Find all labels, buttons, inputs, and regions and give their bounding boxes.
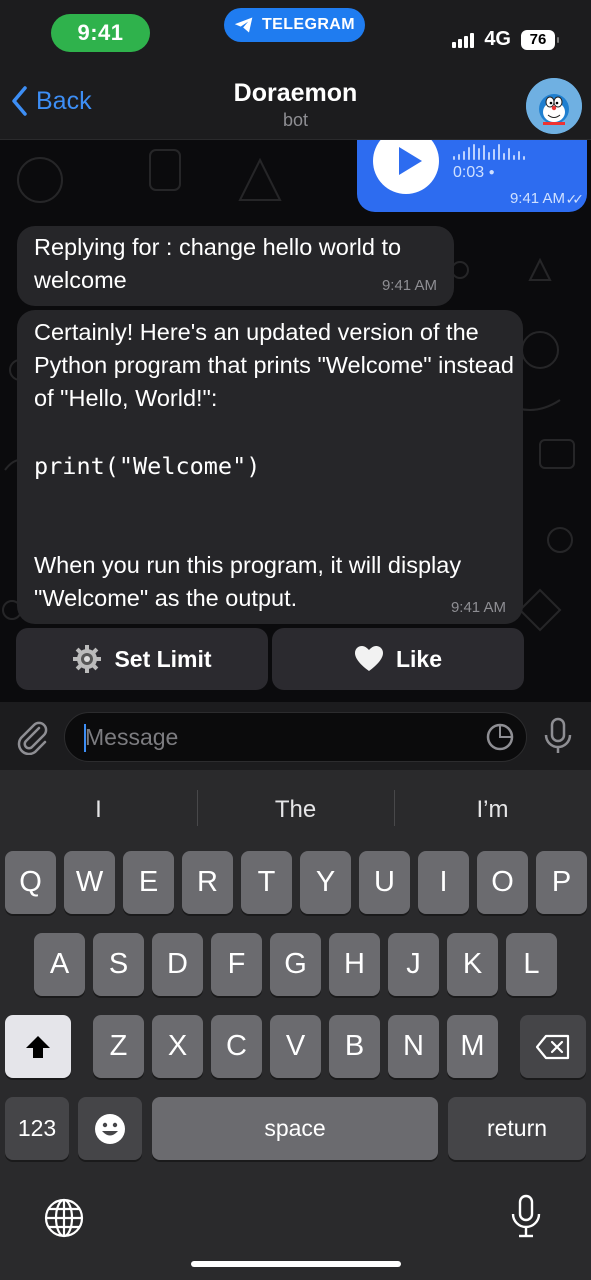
key-b[interactable]: B: [329, 1015, 380, 1078]
set-limit-button[interactable]: Set Limit: [16, 628, 268, 690]
incoming-reply-message[interactable]: Replying for : change hello world to wel…: [17, 226, 454, 306]
sticker-icon[interactable]: [485, 722, 515, 752]
key-m[interactable]: M: [447, 1015, 498, 1078]
voice-waveform[interactable]: [453, 144, 525, 160]
chat-area[interactable]: 0:03 ● 9:41 AM ✓✓ Replying for : change …: [0, 140, 591, 702]
key-r[interactable]: R: [182, 851, 233, 914]
key-s[interactable]: S: [93, 933, 144, 996]
telegram-plane-icon: [234, 17, 253, 33]
incoming-answer-message[interactable]: Certainly! Here's an updated version of …: [17, 310, 523, 624]
chat-subtitle: bot: [282, 110, 309, 130]
top-bar: 9:41 TELEGRAM 4G 76 Back Doraemon bot: [0, 0, 591, 140]
key-i[interactable]: I: [418, 851, 469, 914]
backspace-icon: [535, 1034, 570, 1059]
microphone-icon[interactable]: [542, 717, 574, 755]
globe-icon[interactable]: [44, 1198, 84, 1238]
message-composer: [0, 702, 591, 770]
key-l[interactable]: L: [506, 933, 557, 996]
emoji-icon: [95, 1113, 125, 1144]
double-check-icon: ✓✓: [565, 191, 585, 207]
key-q[interactable]: Q: [5, 851, 56, 914]
key-n[interactable]: N: [388, 1015, 439, 1078]
message-text: Certainly! Here's an updated version of …: [34, 319, 521, 411]
emoji-key[interactable]: [78, 1097, 142, 1160]
shift-arrow-icon: [26, 1035, 50, 1058]
telegram-pill[interactable]: TELEGRAM: [224, 8, 365, 42]
shift-key[interactable]: [5, 1015, 71, 1078]
message-time: 9:41 AM: [450, 599, 506, 616]
space-key[interactable]: space: [152, 1097, 438, 1160]
paperclip-icon[interactable]: [14, 719, 50, 755]
message-time: 9:41 AM: [509, 190, 565, 207]
message-input[interactable]: [85, 713, 465, 761]
set-limit-label: Set Limit: [114, 645, 212, 672]
keyboard: I The I’m Q W E R T Y U I O P A S D F G …: [0, 770, 591, 1280]
like-button[interactable]: Like: [272, 628, 524, 690]
key-v[interactable]: V: [270, 1015, 321, 1078]
key-p[interactable]: P: [536, 851, 587, 914]
telegram-pill-label: TELEGRAM: [262, 16, 355, 33]
heart-icon: [354, 646, 383, 671]
play-button[interactable]: [373, 140, 439, 194]
key-a[interactable]: A: [34, 933, 85, 996]
suggestion-2[interactable]: The: [197, 796, 394, 824]
battery-icon: 76: [521, 29, 559, 50]
status-time: 9:41: [51, 14, 150, 52]
key-d[interactable]: D: [152, 933, 203, 996]
message-text: When you run this program, it will displ…: [34, 552, 468, 611]
message-time: 9:41 AM: [381, 277, 437, 294]
suggestion-1[interactable]: I: [0, 796, 197, 824]
signal-icon: [452, 32, 475, 48]
key-h[interactable]: H: [329, 933, 380, 996]
play-icon: [399, 147, 422, 175]
gear-icon: [73, 645, 102, 673]
key-y[interactable]: Y: [300, 851, 351, 914]
network-label: 4G: [484, 28, 511, 50]
key-k[interactable]: K: [447, 933, 498, 996]
outgoing-voice-message[interactable]: 0:03 ● 9:41 AM ✓✓: [357, 140, 587, 212]
key-t[interactable]: T: [241, 851, 292, 914]
code-block[interactable]: print("Welcome"): [34, 450, 514, 483]
key-u[interactable]: U: [359, 851, 410, 914]
key-f[interactable]: F: [211, 933, 262, 996]
key-e[interactable]: E: [123, 851, 174, 914]
backspace-key[interactable]: [520, 1015, 586, 1078]
key-x[interactable]: X: [152, 1015, 203, 1078]
key-o[interactable]: O: [477, 851, 528, 914]
dictation-icon[interactable]: [510, 1194, 542, 1240]
suggestion-3[interactable]: I’m: [394, 796, 591, 824]
return-key[interactable]: return: [448, 1097, 586, 1160]
doraemon-avatar-icon: [526, 78, 582, 134]
key-w[interactable]: W: [64, 851, 115, 914]
voice-duration: 0:03 ●: [453, 164, 495, 181]
numbers-key[interactable]: 123: [5, 1097, 69, 1160]
avatar[interactable]: [526, 78, 582, 134]
key-c[interactable]: C: [211, 1015, 262, 1078]
like-label: Like: [395, 645, 443, 672]
key-g[interactable]: G: [270, 933, 321, 996]
chat-title[interactable]: Doraemon: [0, 79, 591, 108]
key-z[interactable]: Z: [93, 1015, 144, 1078]
status-indicators: 4G 76: [452, 28, 559, 51]
message-field[interactable]: [64, 712, 527, 762]
home-indicator: [191, 1261, 401, 1267]
key-j[interactable]: J: [388, 933, 439, 996]
